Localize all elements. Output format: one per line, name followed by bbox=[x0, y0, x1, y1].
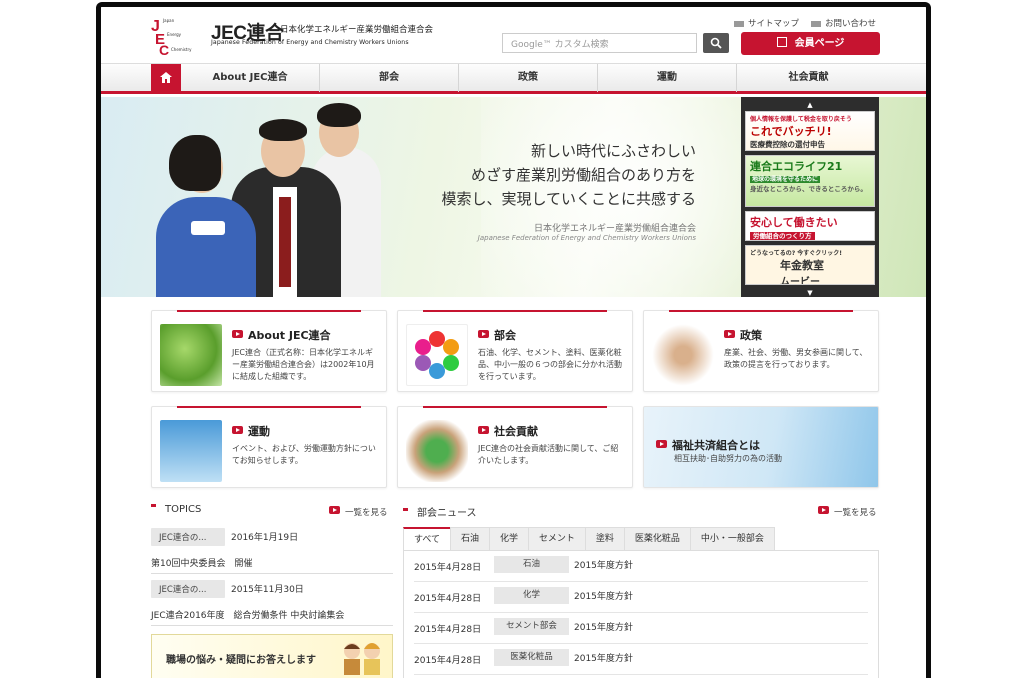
topics-heading: TOPICS bbox=[151, 504, 201, 515]
hero-copy: 新しい時代にふさわしい めざす産業別労働組合のあり方を 模索し、実現していくこと… bbox=[431, 139, 696, 242]
clover-thumbnail bbox=[160, 324, 222, 386]
svg-text:Energy: Energy bbox=[167, 32, 182, 37]
hero-org-en: Japanese Federation of Energy and Chemis… bbox=[477, 234, 696, 242]
man-sky-thumbnail bbox=[160, 420, 222, 482]
topics-more-link[interactable]: 一覧を見る bbox=[329, 506, 388, 518]
spheres-thumbnail bbox=[406, 324, 468, 386]
nav-item-bukai[interactable]: 部会 bbox=[320, 64, 459, 92]
news-heading: 部会ニュース bbox=[403, 504, 477, 519]
news-row[interactable]: 2015年4月28日 化学 2015年度方針 bbox=[414, 582, 868, 613]
mail-icon bbox=[810, 20, 821, 27]
earth-hands-thumbnail bbox=[406, 420, 468, 482]
hero-banner: 新しい時代にふさわしい めざす産業別労働組合のあり方を 模索し、実現していくこと… bbox=[101, 97, 926, 297]
nav-item-movement[interactable]: 運動 bbox=[598, 64, 737, 92]
play-icon bbox=[724, 330, 735, 338]
jec-logo-icon[interactable]: Japan Energy Chemistry J E C bbox=[151, 15, 205, 55]
header: Japan Energy Chemistry J E C JEC連合 日本化学エ… bbox=[101, 7, 926, 63]
sitemap-icon bbox=[733, 20, 744, 27]
nav-item-social[interactable]: 社会貢献 bbox=[737, 64, 880, 92]
tab-chemical[interactable]: 化学 bbox=[489, 527, 530, 551]
grid-icon bbox=[151, 504, 160, 513]
news-more-link[interactable]: 一覧を見る bbox=[818, 506, 877, 518]
qa-banner[interactable]: 職場の悩み・疑問にお答えします bbox=[151, 634, 393, 678]
side-banner-carousel: ▲ 個人情報を保護して税金を取り戻そう これでバッチリ! 医療費控除の還付申告 … bbox=[741, 97, 879, 297]
play-icon bbox=[329, 506, 340, 514]
card-social[interactable]: 社会貢献 JEC連合の社会貢献活動に関して、ご紹介いたします。 bbox=[397, 406, 633, 488]
hero-line-1: 新しい時代にふさわしい bbox=[530, 142, 696, 160]
play-icon bbox=[478, 330, 489, 338]
page: Japan Energy Chemistry J E C JEC連合 日本化学エ… bbox=[101, 7, 926, 678]
play-icon bbox=[232, 426, 243, 434]
topic-item[interactable]: JEC連合の... 2015年11月30日 JEC連合2016年度 総合労働条件 … bbox=[151, 580, 391, 621]
svg-text:C: C bbox=[159, 42, 169, 55]
banner-union-guide[interactable]: 安心して働きたい 労働組合のつくり方 bbox=[745, 211, 875, 241]
people-illustration-icon bbox=[344, 643, 380, 675]
news-row[interactable]: 2015年4月28日 医薬化粧品 2015年度方針 bbox=[414, 644, 868, 675]
play-icon bbox=[478, 426, 489, 434]
hero-line-2: めざす産業別労働組合のあり方を bbox=[470, 166, 696, 184]
home-button[interactable] bbox=[151, 64, 181, 92]
hero-line-3: 模索し、実現していくことに共感する bbox=[441, 190, 696, 208]
svg-text:Japan: Japan bbox=[162, 18, 175, 23]
tab-pharma[interactable]: 医薬化粧品 bbox=[623, 527, 691, 551]
card-movement[interactable]: 運動 イベント、および、労働運動方針についてお知らせします。 bbox=[151, 406, 387, 488]
search-icon bbox=[710, 37, 722, 49]
tab-small-general[interactable]: 中小・一般部会 bbox=[689, 527, 775, 551]
card-policy[interactable]: 政策 産業、社会、労働、男女参画に関して、政策の提言を行っております。 bbox=[643, 310, 879, 392]
contact-link[interactable]: お問い合わせ bbox=[810, 17, 876, 29]
news-row[interactable]: 2015年4月28日 セメント部会 2015年度方針 bbox=[414, 613, 868, 644]
tab-oil[interactable]: 石油 bbox=[450, 527, 491, 551]
svg-text:Chemistry: Chemistry bbox=[171, 47, 192, 52]
search-button[interactable] bbox=[703, 33, 729, 53]
play-icon bbox=[818, 506, 829, 514]
browser-window: Japan Energy Chemistry J E C JEC連合 日本化学エ… bbox=[96, 2, 931, 678]
chevron-down-icon[interactable]: ▼ bbox=[745, 289, 875, 297]
play-icon bbox=[232, 330, 243, 338]
news-list: 2015年4月28日 石油 2015年度方針 2015年4月28日 化学 201… bbox=[403, 550, 879, 678]
chevron-up-icon[interactable]: ▲ bbox=[745, 101, 875, 109]
nav-item-policy[interactable]: 政策 bbox=[459, 64, 598, 92]
utility-links: サイトマップ お問い合わせ bbox=[733, 17, 876, 29]
news-tabs: すべて 石油 化学 セメント 塗料 医薬化粧品 中小・一般部会 bbox=[403, 527, 775, 552]
check-icon bbox=[776, 37, 787, 47]
search-input[interactable]: Google™ カスタム検索 bbox=[502, 33, 697, 53]
card-welfare[interactable]: 福祉共済組合とは 相互扶助･自助努力の為の活動 bbox=[643, 406, 879, 488]
tab-paint[interactable]: 塗料 bbox=[584, 527, 625, 551]
logo-subtitle-jp: 日本化学エネルギー産業労働組合連合会 bbox=[280, 25, 434, 35]
card-bukai[interactable]: 部会 石油、化学、セメント、塗料、医薬化粧品、中小一般の６つの部会に分かれ活動を… bbox=[397, 310, 633, 392]
card-about[interactable]: About JEC連合 JEC連合（正式名称：日本化学エネルギー産業労働組合連合… bbox=[151, 310, 387, 392]
tab-cement[interactable]: セメント bbox=[528, 527, 586, 551]
hands-thumbnail bbox=[652, 324, 714, 386]
topic-item[interactable]: JEC連合の... 2016年1月19日 第10回中央委員会 開催 bbox=[151, 528, 391, 569]
sitemap-link[interactable]: サイトマップ bbox=[733, 17, 799, 29]
tab-all[interactable]: すべて bbox=[403, 527, 452, 552]
hero-org-jp: 日本化学エネルギー産業労働組合連合会 bbox=[533, 224, 696, 234]
banner-pension-movie[interactable]: どうなってるの? 今すぐクリック! 年金教室 ムービー bbox=[745, 245, 875, 285]
banner-eco-life[interactable]: 連合エコライフ21 地球の環境を守るために 身近なところから、できるところから。 bbox=[745, 155, 875, 207]
member-page-button[interactable]: 会員ページ bbox=[741, 32, 880, 55]
news-row[interactable]: 2015年4月28日 石油 2015年度方針 bbox=[414, 551, 868, 582]
home-icon bbox=[160, 72, 172, 83]
main-nav: About JEC連合 部会 政策 運動 社会貢献 bbox=[101, 63, 926, 94]
nav-item-about[interactable]: About JEC連合 bbox=[181, 64, 320, 92]
banner-medical-deduction[interactable]: 個人情報を保護して税金を取り戻そう これでバッチリ! 医療費控除の還付申告 bbox=[745, 111, 875, 151]
logo-subtitle-en: Japanese Federation of Energy and Chemis… bbox=[211, 39, 409, 46]
play-icon bbox=[656, 440, 667, 448]
grid-icon bbox=[403, 508, 412, 517]
